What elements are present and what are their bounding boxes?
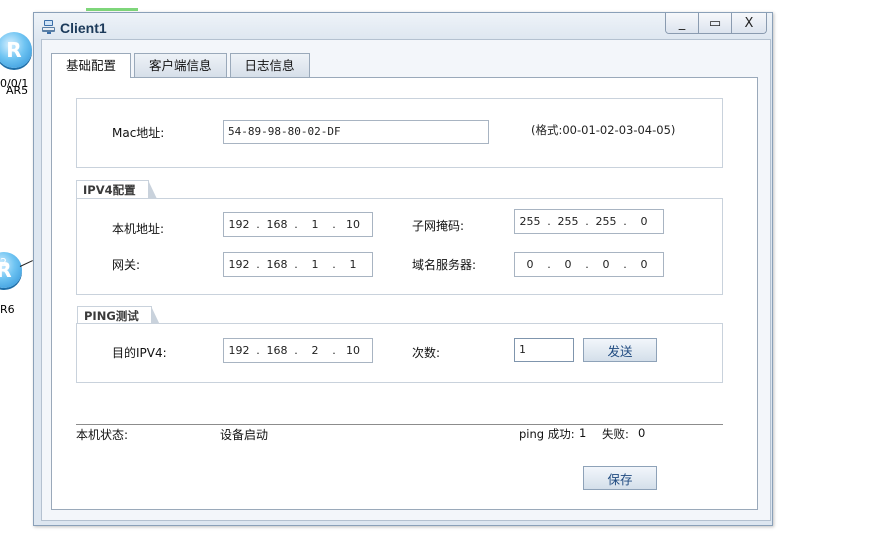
dns-server-label: 域名服务器: bbox=[412, 258, 477, 272]
router-ar6-port-label: 2 bbox=[0, 256, 7, 269]
ip-octet: 0 bbox=[640, 215, 648, 228]
ip-octet: 1 bbox=[349, 258, 357, 271]
ping-success-label: ping 成功: bbox=[519, 427, 575, 441]
ip-octet: 255 bbox=[519, 215, 541, 228]
topology-link bbox=[19, 260, 33, 267]
tab-strip: 基础配置 客户端信息 日志信息 bbox=[51, 53, 313, 78]
window-title: Client1 bbox=[60, 20, 107, 36]
ip-octet: 168 bbox=[266, 344, 288, 357]
dns-server-input[interactable]: 0. 0. 0. 0 bbox=[514, 252, 664, 277]
mac-label: Mac地址: bbox=[112, 126, 165, 140]
ipv4-section-title: IPV4配置 bbox=[76, 180, 157, 199]
maximize-icon: ▭ bbox=[708, 15, 722, 31]
ping-fail-count: 0 bbox=[638, 426, 646, 440]
ip-octet: 255 bbox=[595, 215, 617, 228]
close-icon: X bbox=[744, 15, 754, 31]
ip-octet: 0 bbox=[564, 258, 572, 271]
ip-dot: . bbox=[585, 215, 589, 228]
ip-dot: . bbox=[547, 258, 551, 271]
ip-dot: . bbox=[294, 258, 298, 271]
ping-count-input[interactable]: 1 bbox=[514, 338, 574, 362]
host-address-label: 本机地址: bbox=[112, 222, 165, 236]
client-app-icon bbox=[42, 20, 55, 34]
ip-octet: 168 bbox=[266, 218, 288, 231]
tab-log-info[interactable]: 日志信息 bbox=[229, 53, 310, 77]
send-ping-button[interactable]: 发送 bbox=[583, 338, 657, 362]
gateway-label: 网关: bbox=[112, 258, 141, 272]
host-ip-input[interactable]: 192. 168. 1. 10 bbox=[223, 212, 373, 237]
router-ar6-label: R6 bbox=[0, 303, 15, 316]
minimize-button[interactable]: _ bbox=[666, 13, 699, 33]
canvas-selection-bar bbox=[86, 8, 138, 11]
device-status-label: 本机状态: bbox=[76, 428, 129, 442]
ip-octet: 2 bbox=[311, 344, 319, 357]
tab-client-info[interactable]: 客户端信息 bbox=[134, 53, 227, 77]
title-bar[interactable]: Client1 _ ▭ X bbox=[34, 13, 772, 41]
ip-dot: . bbox=[256, 218, 260, 231]
ip-dot: . bbox=[547, 215, 551, 228]
ip-dot: . bbox=[623, 258, 627, 271]
ping-group: 目的IPV4: 192. 168. 2. 10 次数: 1 发送 bbox=[76, 323, 723, 383]
minimize-icon: _ bbox=[678, 15, 686, 31]
router-ar5-label: AR5 bbox=[6, 84, 29, 97]
ip-octet: 192 bbox=[228, 258, 250, 271]
tab-basic-config[interactable]: 基础配置 bbox=[51, 53, 132, 78]
maximize-button[interactable]: ▭ bbox=[699, 13, 732, 33]
mac-address-input[interactable]: 54-89-98-80-02-DF bbox=[223, 120, 489, 144]
ping-count-label: 次数: bbox=[412, 346, 441, 360]
ip-octet: 255 bbox=[557, 215, 579, 228]
ip-octet: 0 bbox=[526, 258, 534, 271]
ip-dot: . bbox=[332, 344, 336, 357]
status-separator bbox=[76, 424, 723, 425]
close-button[interactable]: X bbox=[732, 13, 766, 33]
ip-dot: . bbox=[332, 218, 336, 231]
ip-dot: . bbox=[294, 344, 298, 357]
ip-octet: 168 bbox=[266, 258, 288, 271]
ping-destination-label: 目的IPV4: bbox=[112, 346, 167, 360]
ping-destination-input[interactable]: 192. 168. 2. 10 bbox=[223, 338, 373, 363]
gateway-ip-input[interactable]: 192. 168. 1. 1 bbox=[223, 252, 373, 277]
basic-config-panel: Mac地址: 54-89-98-80-02-DF (格式:00-01-02-03… bbox=[51, 77, 758, 510]
ip-dot: . bbox=[623, 215, 627, 228]
ping-fail-label: 失败: bbox=[602, 427, 629, 441]
ip-octet: 0 bbox=[640, 258, 648, 271]
ip-dot: . bbox=[585, 258, 589, 271]
ip-octet: 192 bbox=[228, 344, 250, 357]
ip-octet: 0 bbox=[602, 258, 610, 271]
mac-format-hint: (格式:00-01-02-03-04-05) bbox=[531, 123, 676, 137]
subnet-mask-label: 子网掩码: bbox=[412, 219, 465, 233]
ip-dot: . bbox=[256, 344, 260, 357]
ping-success-count: 1 bbox=[579, 426, 587, 440]
device-status-value: 设备启动 bbox=[220, 428, 269, 442]
router-ar5-icon[interactable]: R bbox=[0, 32, 32, 68]
ip-octet: 1 bbox=[311, 258, 319, 271]
client1-window: Client1 _ ▭ X 基础配置 客户端信息 日志信息 Mac地址: 54-… bbox=[33, 12, 773, 526]
save-button[interactable]: 保存 bbox=[583, 466, 657, 490]
ip-dot: . bbox=[294, 218, 298, 231]
window-controls: _ ▭ X bbox=[665, 13, 767, 34]
ip-dot: . bbox=[332, 258, 336, 271]
ip-octet: 10 bbox=[346, 218, 360, 231]
ip-octet: 10 bbox=[346, 344, 360, 357]
ip-dot: . bbox=[256, 258, 260, 271]
ip-octet: 192 bbox=[228, 218, 250, 231]
ipv4-group: 本机地址: 192. 168. 1. 10 子网掩码: 255. 255. 25… bbox=[76, 198, 723, 295]
router-glyph: R bbox=[6, 38, 22, 62]
subnet-mask-input[interactable]: 255. 255. 255. 0 bbox=[514, 209, 664, 234]
mac-group: Mac地址: 54-89-98-80-02-DF (格式:00-01-02-03… bbox=[76, 98, 723, 168]
ip-octet: 1 bbox=[311, 218, 319, 231]
window-client-area: 基础配置 客户端信息 日志信息 Mac地址: 54-89-98-80-02-DF… bbox=[41, 39, 771, 521]
